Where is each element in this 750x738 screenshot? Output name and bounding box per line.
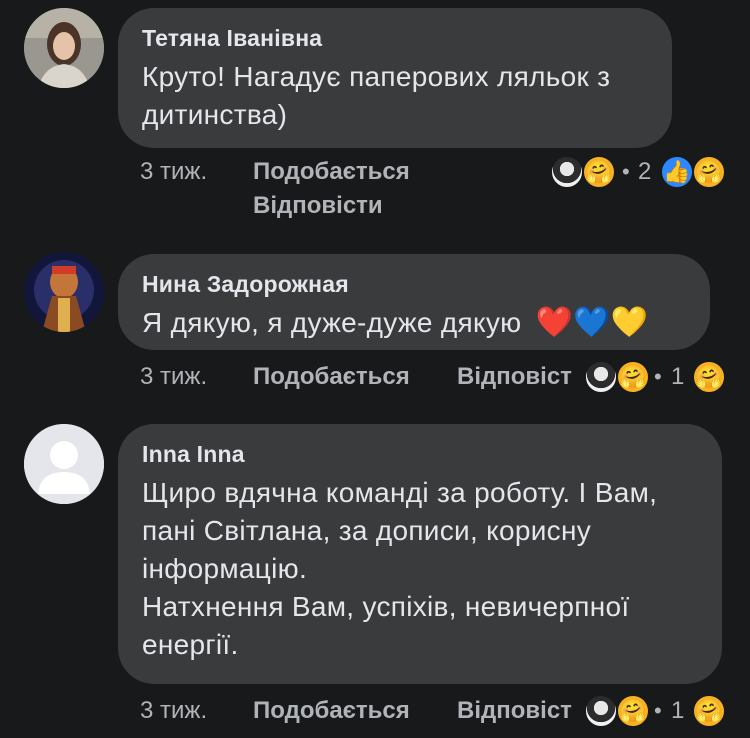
heart-emojis: ❤️💙💛	[535, 306, 649, 339]
separator-dot: •	[622, 159, 630, 184]
reactor-avatar-icon	[584, 360, 618, 394]
avatar-photo	[24, 252, 104, 332]
comment-bubble: Inna Inna Щиро вдячна команді за роботу.…	[118, 424, 722, 684]
comment-text-line: інформацію.	[142, 553, 308, 584]
comment-author[interactable]: Нина Задорожная	[142, 270, 686, 298]
comment-time[interactable]: 3 тиж.	[140, 697, 207, 725]
like-button[interactable]: Подобається	[253, 697, 410, 725]
like-button[interactable]: Подобається	[253, 158, 410, 186]
care-emoji-icon: 🤗	[692, 155, 726, 189]
like-button[interactable]: Подобається	[253, 363, 410, 391]
care-emoji-icon: 🤗	[692, 360, 726, 394]
comment-author[interactable]: Inna Inna	[142, 440, 698, 468]
reaction-count: 1	[671, 697, 685, 724]
care-emoji-icon: 🤗	[616, 360, 650, 394]
comment-time[interactable]: 3 тиж.	[140, 363, 207, 391]
comment-text: Щиро вдячна команді за роботу. І Вам, па…	[142, 474, 698, 664]
reaction-count: 2	[638, 158, 652, 185]
care-emoji-icon: 🤗	[616, 694, 650, 728]
comment-text-line: Щиро вдячна команді за роботу. І Вам,	[142, 477, 658, 508]
avatar[interactable]	[24, 424, 104, 504]
comment-text-line: Натхнення Вам, успіхів, невичерпної	[142, 591, 630, 622]
care-emoji-icon: 🤗	[692, 694, 726, 728]
reactor-avatar-icon	[584, 694, 618, 728]
comment-time[interactable]: 3 тиж.	[140, 158, 207, 186]
separator-dot: •	[654, 698, 662, 723]
comment-bubble: Тетяна Іванівна Круто! Нагадує паперових…	[118, 8, 672, 148]
comment-text: Я дякую, я дуже-дуже дякую ❤️💙💛	[142, 304, 686, 342]
reactor-avatar-icon	[550, 155, 584, 189]
care-emoji-icon: 🤗	[582, 155, 616, 189]
reaction-count: 1	[671, 363, 685, 390]
comment-author[interactable]: Тетяна Іванівна	[142, 24, 648, 52]
like-reaction-icon: 👍	[660, 155, 694, 189]
avatar-photo	[24, 8, 104, 88]
reply-button[interactable]: Відповісти	[253, 192, 383, 220]
avatar[interactable]	[24, 8, 104, 88]
comment-text: Круто! Нагадує паперових ляльок з дитинс…	[142, 61, 611, 130]
default-avatar-icon	[24, 424, 104, 504]
comment-text-line: пані Світлана, за дописи, корисну	[142, 515, 592, 546]
avatar[interactable]	[24, 252, 104, 332]
reply-button[interactable]: Відповіст	[457, 697, 572, 725]
comment-bubble: Нина Задорожная Я дякую, я дуже-дуже дяк…	[118, 254, 710, 350]
comment-text-line: енергії.	[142, 629, 239, 660]
reply-button[interactable]: Відповіст	[457, 363, 572, 391]
comment-text-body: Я дякую, я дуже-дуже дякую	[142, 307, 522, 338]
separator-dot: •	[654, 364, 662, 389]
